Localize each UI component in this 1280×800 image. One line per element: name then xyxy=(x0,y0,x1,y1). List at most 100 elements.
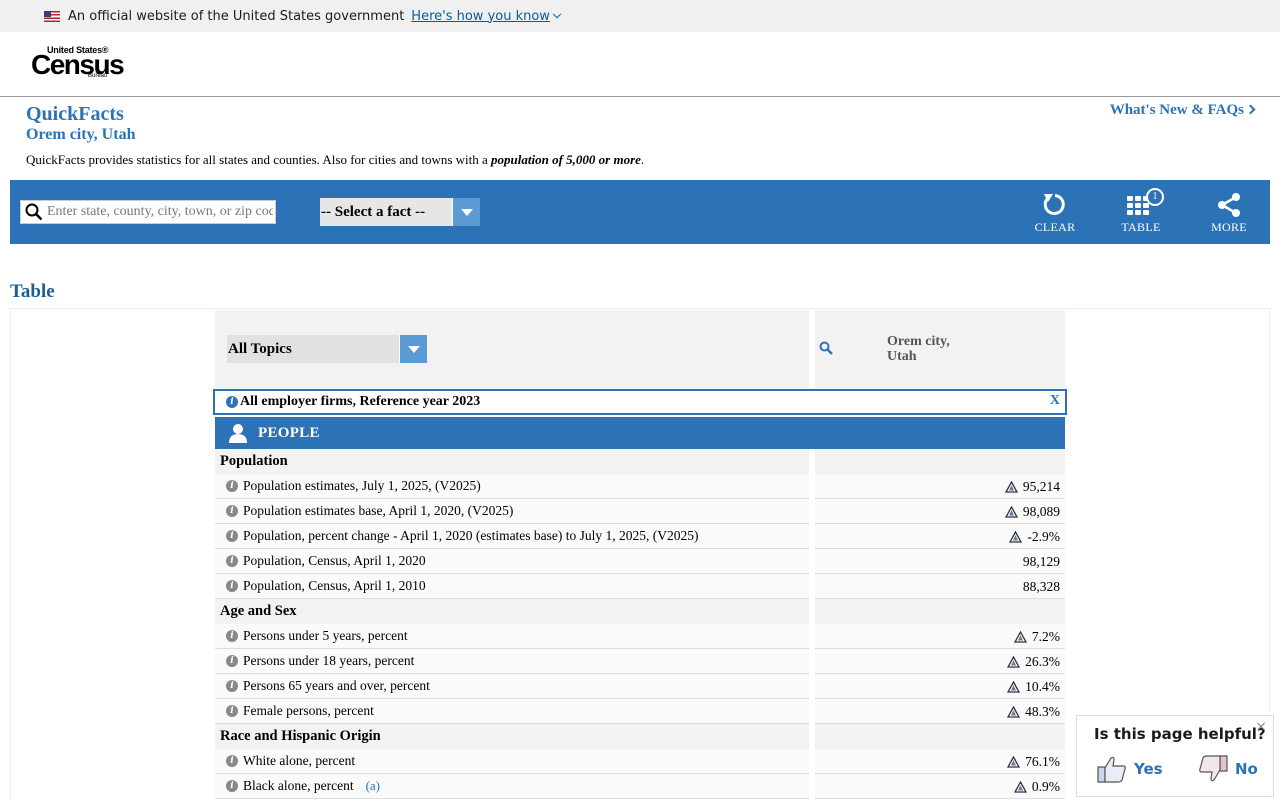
fact-label-cell: i Population estimates base, April 1, 202… xyxy=(215,499,809,524)
gov-banner-text: An official website of the United States… xyxy=(68,8,405,24)
remove-fact-button[interactable]: X xyxy=(1050,393,1060,409)
topics-label: All Topics xyxy=(228,340,292,357)
fact-label: Population, Census, April 1, 2010 xyxy=(243,578,426,593)
fact-value-text: 98,129 xyxy=(1022,554,1060,569)
fact-label: Population estimates, July 1, 2025, (V20… xyxy=(243,478,481,493)
table-row: i Population, Census, April 1, 2010 88,328 xyxy=(215,574,1065,599)
fact-value: 0.9% xyxy=(1013,779,1060,795)
warning-triangle-icon[interactable] xyxy=(1013,781,1027,793)
close-icon[interactable]: × xyxy=(1255,719,1267,735)
page-title[interactable]: QuickFacts xyxy=(26,103,124,126)
desc-prefix: QuickFacts provides statistics for all s… xyxy=(26,152,492,167)
fact-label-cell: i Persons under 5 years, percent xyxy=(215,624,809,649)
fact-value-text: 10.4% xyxy=(1025,679,1060,694)
topic-section-label: Population xyxy=(220,453,288,469)
feedback-yes-button[interactable]: Yes xyxy=(1096,754,1163,784)
info-icon[interactable]: i xyxy=(226,555,238,567)
fact-value: 10.4% xyxy=(1007,679,1060,695)
desc-emphasis: population of 5,000 or more xyxy=(491,152,641,167)
clear-label: CLEAR xyxy=(1034,220,1076,234)
heres-how-you-know-link[interactable]: Here's how you know xyxy=(411,9,562,24)
share-icon xyxy=(1218,193,1240,217)
info-icon[interactable]: i xyxy=(226,480,238,492)
select-fact-dropdown[interactable]: -- Select a fact -- xyxy=(320,198,480,226)
fact-rows: Population i Population estimates, July 1,… xyxy=(215,449,1065,799)
fact-label-cell: i Population, percent change - April 1, 2… xyxy=(215,524,809,549)
fact-value-cell: 98,129 xyxy=(815,549,1065,574)
fact-value-cell: 0.9% xyxy=(815,774,1065,799)
column-place-name[interactable]: Orem city, Utah xyxy=(887,334,950,364)
census-logo[interactable]: United States® Census Bureau xyxy=(31,45,125,85)
warning-triangle-icon[interactable] xyxy=(1007,756,1021,768)
fact-label-cell: i White alone, percent xyxy=(215,749,809,774)
fact-label-cell: i Female persons, percent xyxy=(215,699,809,724)
fact-value-text: 98,089 xyxy=(1022,504,1060,519)
selected-fact-bar: i All employer firms, Reference year 202… xyxy=(213,389,1067,415)
fact-value-cell: 26.3% xyxy=(815,649,1065,674)
fact-label-cell: i Black alone, percent (a) xyxy=(215,774,809,799)
search-input[interactable] xyxy=(47,204,273,220)
warning-triangle-icon[interactable] xyxy=(1007,656,1021,668)
search-icon[interactable] xyxy=(819,341,833,355)
warning-triangle-icon[interactable] xyxy=(1009,531,1023,543)
page-description: QuickFacts provides statistics for all s… xyxy=(26,152,644,168)
info-icon[interactable]: i xyxy=(226,755,238,767)
fact-value-text: 76.1% xyxy=(1025,754,1060,769)
feedback-no-label: No xyxy=(1235,760,1258,778)
info-icon[interactable]: i xyxy=(226,655,238,667)
clear-button[interactable]: CLEAR xyxy=(1025,192,1085,235)
more-button[interactable]: MORE xyxy=(1199,192,1259,235)
us-flag-icon xyxy=(44,10,60,22)
fact-value: 48.3% xyxy=(1007,704,1060,720)
chevron-right-icon xyxy=(1245,104,1256,115)
dropdown-arrow-icon[interactable] xyxy=(452,198,480,226)
warning-triangle-icon[interactable] xyxy=(1007,681,1021,693)
column-header: Orem city, Utah xyxy=(815,310,1065,388)
desc-suffix: . xyxy=(640,152,645,167)
select-fact-label: -- Select a fact -- xyxy=(321,203,426,220)
warning-triangle-icon[interactable] xyxy=(1013,631,1027,643)
warning-triangle-icon[interactable] xyxy=(1004,506,1018,518)
table-row: i White alone, percent 76.1% xyxy=(215,749,1065,774)
fact-value: 7.2% xyxy=(1013,629,1060,645)
thumbs-down-icon xyxy=(1199,755,1228,782)
people-section-header[interactable]: PEOPLE xyxy=(215,417,1065,449)
topics-dropdown[interactable]: All Topics xyxy=(227,335,427,363)
fact-label-cell: i Population estimates, July 1, 2025, (V2… xyxy=(215,474,809,499)
topic-section-cell: Race and Hispanic Origin xyxy=(215,724,809,749)
table-row: i Population estimates base, April 1, 202… xyxy=(215,499,1065,524)
refresh-icon xyxy=(1043,194,1065,215)
footnote-link[interactable]: (a) xyxy=(366,778,380,794)
info-icon[interactable]: i xyxy=(226,396,238,408)
info-icon[interactable]: i xyxy=(226,505,238,517)
fact-label-cell: i Population, Census, April 1, 2020 xyxy=(215,549,809,574)
info-icon[interactable]: i xyxy=(226,530,238,542)
warning-triangle-icon[interactable] xyxy=(1007,706,1021,718)
fact-value-text: 0.9% xyxy=(1031,779,1060,794)
fact-value-text: 26.3% xyxy=(1025,654,1060,669)
dropdown-arrow-icon[interactable] xyxy=(399,335,427,363)
warning-triangle-icon[interactable] xyxy=(1004,481,1018,493)
fact-value: -2.9% xyxy=(1009,529,1060,545)
info-icon[interactable]: i xyxy=(226,680,238,692)
fact-value: 98,089 xyxy=(1004,504,1060,520)
table-row: i Persons under 5 years, percent 7.2% xyxy=(215,624,1065,649)
info-icon[interactable]: i xyxy=(226,780,238,792)
topic-section-cell: Age and Sex xyxy=(215,599,809,624)
info-icon[interactable]: i xyxy=(226,705,238,717)
topic-section-value-cell xyxy=(815,449,1065,474)
chevron-down-icon xyxy=(552,9,562,18)
whats-new-label: What's New & FAQs xyxy=(1109,102,1244,118)
feedback-widget: Is this page helpful? × Yes No xyxy=(1076,715,1274,797)
fact-value: 26.3% xyxy=(1007,654,1060,670)
fact-value-cell: -2.9% xyxy=(815,524,1065,549)
thumbs-up-icon xyxy=(1097,756,1126,783)
info-icon[interactable]: i xyxy=(226,630,238,642)
search-icon xyxy=(25,203,43,221)
info-icon[interactable]: i xyxy=(226,580,238,592)
table-button[interactable]: 1 TABLE xyxy=(1111,188,1171,235)
fact-value-cell: 98,089 xyxy=(815,499,1065,524)
topics-panel: All Topics xyxy=(215,310,809,388)
feedback-no-button[interactable]: No xyxy=(1197,754,1258,784)
whats-new-faqs-link[interactable]: What's New & FAQs xyxy=(1109,102,1256,119)
